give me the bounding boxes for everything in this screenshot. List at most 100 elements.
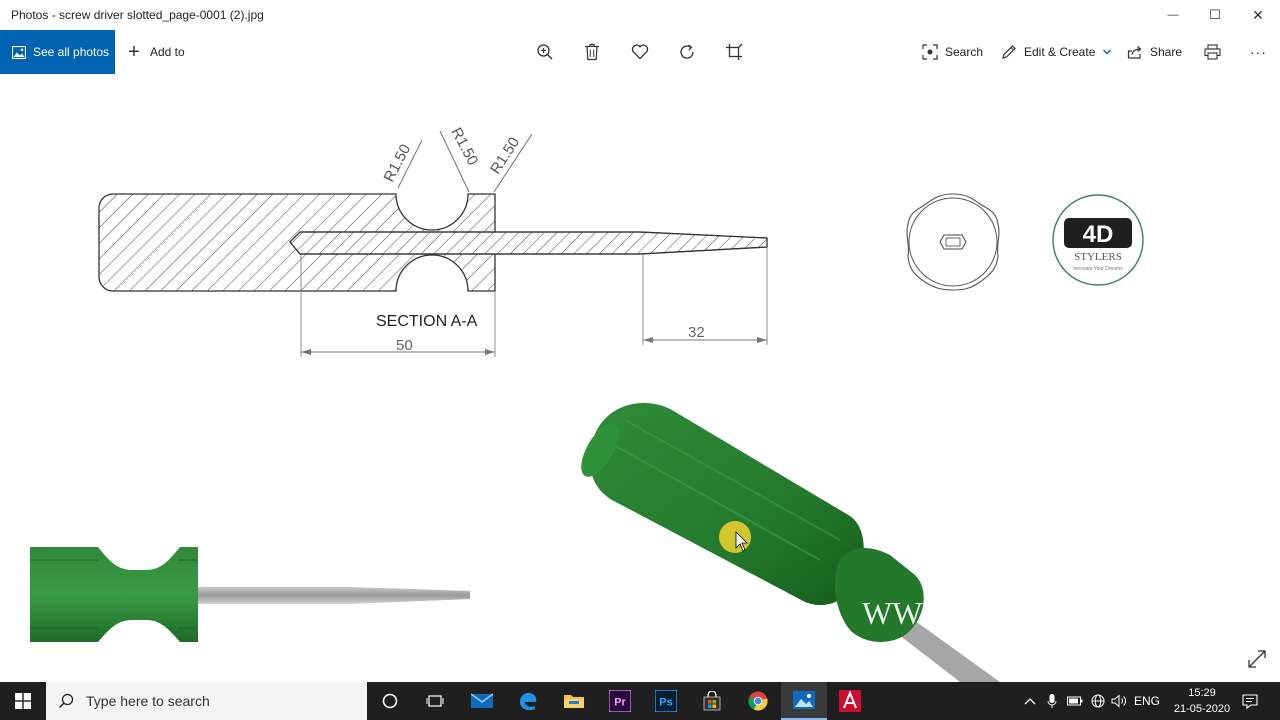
dim-length-50: 50 (396, 337, 413, 354)
edit-create-label: Edit & Create (1024, 45, 1096, 59)
search-label: Search (945, 45, 984, 59)
logo-mark: 4D (1083, 221, 1114, 248)
input-language[interactable]: ENG (1132, 682, 1162, 720)
dim-radius-left: R1.50 (381, 142, 415, 185)
photos-toolbar: See all photos + Add to Search Edit & Cr… (0, 30, 1280, 74)
see-all-photos-label: See all photos (33, 45, 110, 59)
dim-length-32: 32 (688, 324, 705, 341)
crop-button[interactable] (725, 30, 743, 74)
side-view-screwdriver (30, 547, 470, 642)
cortana-icon (382, 693, 398, 709)
fullscreen-icon[interactable] (1248, 650, 1266, 668)
edge-app[interactable] (505, 682, 551, 720)
start-button[interactable] (0, 682, 46, 720)
task-view-button[interactable] (412, 682, 458, 720)
website-watermark: WWW (862, 595, 953, 631)
minimize-button[interactable]: — (1150, 0, 1196, 30)
mouse-cursor (719, 521, 751, 553)
language-label: ENG (1133, 694, 1160, 708)
microphone-icon (1047, 694, 1057, 708)
search-icon (58, 693, 74, 709)
plus-icon: + (128, 40, 140, 63)
notification-icon (1242, 694, 1258, 709)
speaker-icon (1111, 694, 1126, 708)
title-bar: Photos - screw driver slotted_page-0001 … (0, 0, 1280, 30)
delete-button[interactable] (584, 30, 600, 74)
chrome-app[interactable] (735, 682, 781, 720)
trash-icon (585, 43, 599, 61)
cortana-button[interactable] (367, 682, 413, 720)
more-icon: ··· (1250, 44, 1267, 60)
microphone-tray[interactable] (1043, 682, 1061, 720)
clock-date: 21-05-2020 (1173, 703, 1231, 715)
windows-logo-icon (15, 693, 31, 709)
store-icon (703, 691, 721, 711)
minimize-icon: — (1167, 9, 1179, 21)
battery-icon (1067, 696, 1083, 706)
rotate-button[interactable] (678, 30, 696, 74)
share-button[interactable]: Share (1127, 30, 1182, 74)
photoshop-icon: Ps (655, 690, 677, 712)
photoshop-app[interactable]: Ps (643, 682, 689, 720)
add-to-button[interactable]: + Add to (125, 30, 185, 74)
add-to-label: Add to (150, 45, 185, 59)
search-button[interactable]: Search (922, 30, 983, 74)
system-clock[interactable]: 15:29 21-05-2020 (1164, 685, 1240, 717)
folder-icon (564, 695, 584, 708)
globe-icon (1091, 694, 1105, 708)
logo-tagline: Innovate Your Dreams (1073, 266, 1123, 272)
photos-app-icon (793, 691, 815, 709)
print-button[interactable] (1204, 30, 1221, 74)
logo-text: STYLERS (1074, 251, 1122, 263)
show-hidden-icons[interactable] (1020, 682, 1040, 720)
printer-icon (1204, 44, 1221, 60)
favorite-button[interactable] (631, 30, 649, 74)
svg-text:Pr: Pr (614, 697, 626, 709)
photos-window: Photos - screw driver slotted_page-0001 … (0, 0, 1280, 682)
dim-radius-middle: R1.50 (447, 125, 481, 168)
taskbar-search-placeholder: Type here to search (86, 693, 210, 709)
maximize-button[interactable]: ☐ (1192, 0, 1238, 30)
rotate-icon (680, 44, 694, 59)
volume-tray[interactable] (1109, 682, 1129, 720)
crop-icon (726, 43, 743, 60)
svg-text:Ps: Ps (659, 697, 672, 709)
end-view (906, 193, 1000, 291)
close-button[interactable]: ✕ (1235, 0, 1280, 30)
store-app[interactable] (689, 682, 735, 720)
image-viewer[interactable]: R1.50 R1.50 R1.50 SECTION A-A 50 32 4D S… (0, 74, 1280, 682)
premiere-pro-icon: Pr (609, 690, 631, 712)
action-center[interactable] (1238, 682, 1262, 720)
more-options-button[interactable]: ··· (1250, 30, 1267, 74)
battery-tray[interactable] (1064, 682, 1086, 720)
heart-icon (631, 44, 649, 60)
edit-create-button[interactable]: Edit & Create (1001, 30, 1112, 74)
share-icon (1127, 46, 1142, 59)
visual-search-icon (922, 44, 938, 60)
section-label: SECTION A-A (376, 313, 478, 330)
see-all-photos-button[interactable]: See all photos (0, 30, 115, 74)
taskbar-search-box[interactable]: Type here to search (46, 682, 367, 720)
technical-drawing: R1.50 R1.50 R1.50 SECTION A-A 50 32 4D S… (30, 125, 1266, 682)
file-explorer-app[interactable] (551, 682, 597, 720)
mail-icon (471, 693, 493, 708)
photos-app[interactable] (781, 682, 827, 720)
zoom-button[interactable] (536, 30, 554, 74)
share-label: Share (1150, 45, 1183, 59)
photos-icon (12, 45, 26, 59)
premiere-pro-app[interactable]: Pr (597, 682, 643, 720)
close-icon: ✕ (1252, 6, 1264, 23)
zoom-in-icon (537, 44, 553, 60)
network-tray[interactable] (1088, 682, 1108, 720)
chevron-up-icon (1024, 698, 1036, 705)
mail-app[interactable] (459, 682, 505, 720)
task-view-icon (426, 695, 444, 707)
windows-taskbar: Type here to search Pr Ps ENG 15:29 21-0… (0, 682, 1280, 720)
window-title: Photos - screw driver slotted_page-0001 … (11, 8, 264, 22)
autocad-app[interactable] (827, 682, 873, 720)
maximize-icon: ☐ (1209, 7, 1221, 22)
isometric-screwdriver (581, 403, 1000, 682)
chevron-down-icon (1103, 49, 1112, 55)
chrome-icon (748, 691, 768, 711)
edge-icon (520, 692, 537, 711)
